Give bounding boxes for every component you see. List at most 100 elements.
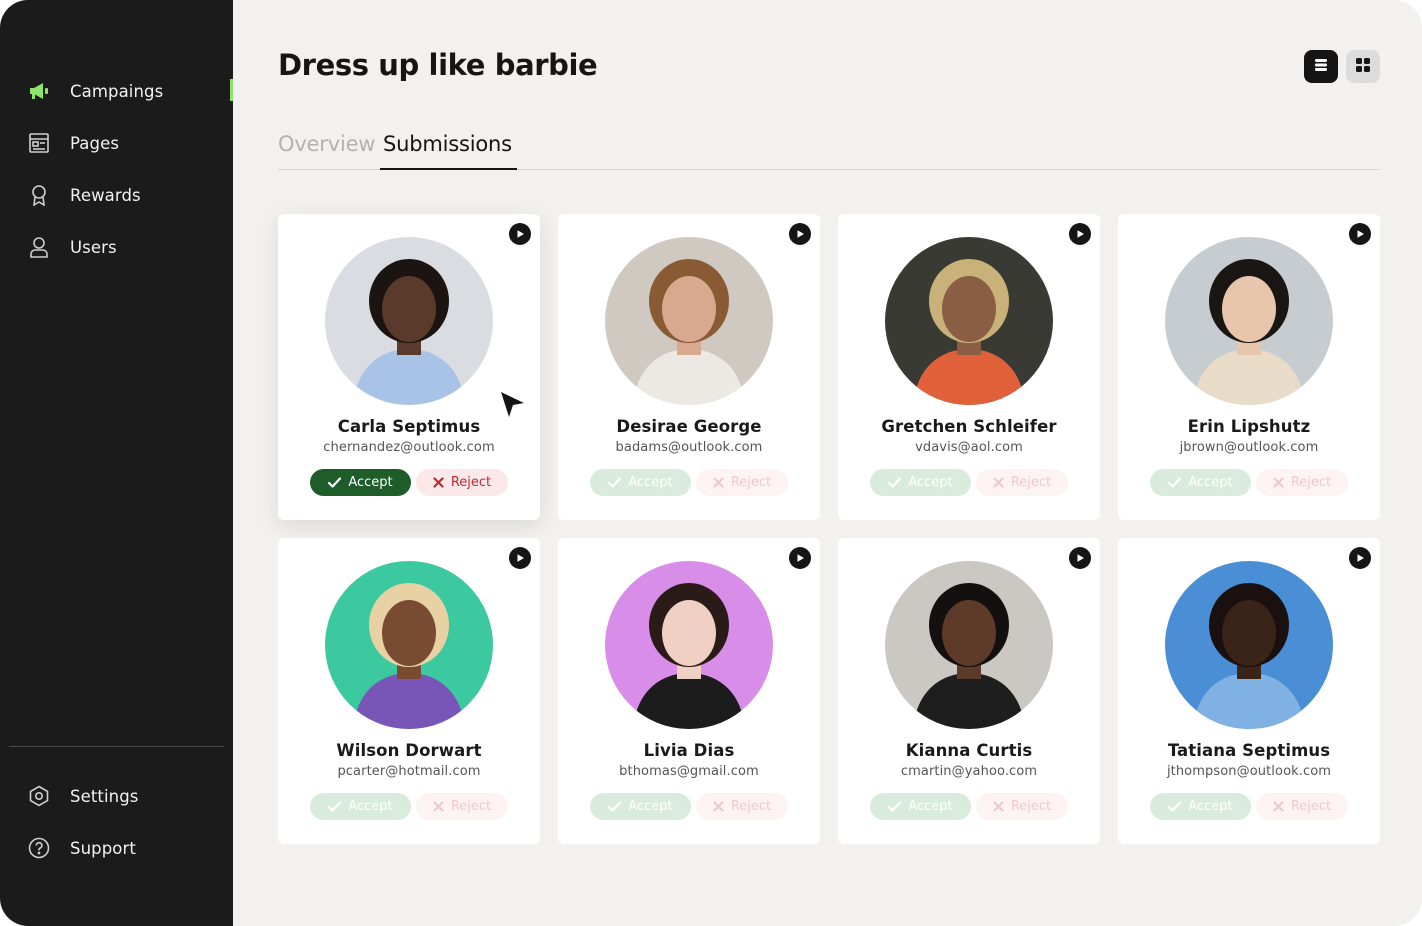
submitter-name: Gretchen Schleifer xyxy=(881,417,1057,436)
list-view-button[interactable] xyxy=(1304,50,1338,83)
play-video-button[interactable] xyxy=(1069,547,1091,569)
play-icon xyxy=(1357,554,1364,562)
play-video-button[interactable] xyxy=(1349,547,1371,569)
reject-button[interactable]: Reject xyxy=(976,793,1068,820)
sidebar-item-label: Users xyxy=(70,237,117,257)
accept-button[interactable]: Accept xyxy=(870,793,971,820)
sidebar-item-campaigns[interactable]: Campaings xyxy=(28,78,233,104)
submission-card[interactable]: Tatiana Septimus jthompson@outlook.com A… xyxy=(1118,538,1380,844)
sidebar-item-label: Support xyxy=(70,838,136,858)
submission-card[interactable]: Kianna Curtis cmartin@yahoo.com Accept R… xyxy=(838,538,1100,844)
help-icon xyxy=(28,837,50,859)
accept-label: Accept xyxy=(1188,475,1233,490)
play-video-button[interactable] xyxy=(1069,223,1091,245)
reject-button[interactable]: Reject xyxy=(1256,469,1348,496)
check-icon xyxy=(888,477,902,488)
accept-button[interactable]: Accept xyxy=(1150,793,1251,820)
close-icon xyxy=(713,477,724,488)
sidebar-item-support[interactable]: Support xyxy=(28,835,233,861)
profile-photo xyxy=(605,561,773,729)
accept-button[interactable]: Accept xyxy=(870,469,971,496)
submitter-email: jbrown@outlook.com xyxy=(1179,440,1319,455)
page-icon xyxy=(28,132,50,154)
avatar xyxy=(325,237,493,405)
submission-card[interactable]: Livia Dias bthomas@gmail.com Accept Reje… xyxy=(558,538,820,844)
accept-label: Accept xyxy=(628,475,673,490)
grid-view-button[interactable] xyxy=(1346,50,1380,83)
sidebar-divider xyxy=(9,746,224,747)
sidebar: Campaings Pages Rewards Users Settings S… xyxy=(0,0,233,926)
tab-overview[interactable]: Overview xyxy=(278,132,375,156)
submitter-email: pcarter@hotmail.com xyxy=(337,764,481,779)
accept-label: Accept xyxy=(348,475,393,490)
submission-card[interactable]: Gretchen Schleifer vdavis@aol.com Accept… xyxy=(838,214,1100,520)
accept-button[interactable]: Accept xyxy=(590,469,691,496)
reject-label: Reject xyxy=(1010,799,1052,814)
reject-label: Reject xyxy=(1010,475,1052,490)
active-tab-indicator xyxy=(380,168,517,170)
submission-card[interactable]: Desirae George badams@outlook.com Accept… xyxy=(558,214,820,520)
profile-photo xyxy=(1165,561,1333,729)
reject-button[interactable]: Reject xyxy=(696,793,788,820)
profile-photo xyxy=(1165,237,1333,405)
profile-photo xyxy=(325,237,493,405)
submitter-name: Wilson Dorwart xyxy=(336,741,482,760)
reject-button[interactable]: Reject xyxy=(1256,793,1348,820)
check-icon xyxy=(1168,801,1182,812)
reject-label: Reject xyxy=(1290,799,1332,814)
tab-bar: Overview Submissions xyxy=(278,132,1380,170)
submitter-name: Erin Lipshutz xyxy=(1187,417,1311,436)
play-video-button[interactable] xyxy=(509,223,531,245)
reject-button[interactable]: Reject xyxy=(976,469,1068,496)
app-window: Campaings Pages Rewards Users Settings S… xyxy=(0,0,1422,926)
sidebar-item-label: Rewards xyxy=(70,185,141,205)
sidebar-item-users[interactable]: Users xyxy=(28,234,233,260)
play-icon xyxy=(797,230,804,238)
close-icon xyxy=(993,477,1004,488)
accept-label: Accept xyxy=(1188,799,1233,814)
accept-button[interactable]: Accept xyxy=(310,793,411,820)
sidebar-item-label: Campaings xyxy=(70,81,164,101)
submitter-name: Desirae George xyxy=(616,417,762,436)
reject-label: Reject xyxy=(1290,475,1332,490)
play-icon xyxy=(1357,230,1364,238)
award-icon xyxy=(28,184,50,206)
submitter-email: vdavis@aol.com xyxy=(915,440,1023,455)
sidebar-item-settings[interactable]: Settings xyxy=(28,783,233,809)
reject-button[interactable]: Reject xyxy=(416,793,508,820)
sidebar-item-label: Settings xyxy=(70,786,139,806)
reject-button[interactable]: Reject xyxy=(696,469,788,496)
play-icon xyxy=(517,554,524,562)
submission-card[interactable]: Wilson Dorwart pcarter@hotmail.com Accep… xyxy=(278,538,540,844)
submitter-email: jthompson@outlook.com xyxy=(1166,764,1332,779)
play-video-button[interactable] xyxy=(509,547,531,569)
submission-card[interactable]: Carla Septimus chernandez@outlook.com Ac… xyxy=(278,214,540,520)
reject-label: Reject xyxy=(450,475,492,490)
submission-card[interactable]: Erin Lipshutz jbrown@outlook.com Accept … xyxy=(1118,214,1380,520)
sidebar-item-pages[interactable]: Pages xyxy=(28,130,233,156)
sidebar-item-rewards[interactable]: Rewards xyxy=(28,182,233,208)
tab-submissions[interactable]: Submissions xyxy=(383,132,512,156)
reject-button[interactable]: Reject xyxy=(416,469,508,496)
submitter-email: bthomas@gmail.com xyxy=(619,764,759,779)
accept-label: Accept xyxy=(348,799,393,814)
accept-button[interactable]: Accept xyxy=(1150,469,1251,496)
submitter-email: badams@outlook.com xyxy=(615,440,763,455)
close-icon xyxy=(1273,477,1284,488)
profile-photo xyxy=(885,561,1053,729)
profile-photo xyxy=(605,237,773,405)
submitter-name: Tatiana Septimus xyxy=(1167,741,1331,760)
submitter-email: chernandez@outlook.com xyxy=(323,440,495,455)
play-video-button[interactable] xyxy=(789,547,811,569)
play-video-button[interactable] xyxy=(1349,223,1371,245)
close-icon xyxy=(1273,801,1284,812)
close-icon xyxy=(993,801,1004,812)
play-video-button[interactable] xyxy=(789,223,811,245)
play-icon xyxy=(517,230,524,238)
submitter-email: cmartin@yahoo.com xyxy=(900,764,1038,779)
avatar xyxy=(885,561,1053,729)
accept-label: Accept xyxy=(628,799,673,814)
check-icon xyxy=(608,477,622,488)
accept-button[interactable]: Accept xyxy=(590,793,691,820)
accept-button[interactable]: Accept xyxy=(310,469,411,496)
